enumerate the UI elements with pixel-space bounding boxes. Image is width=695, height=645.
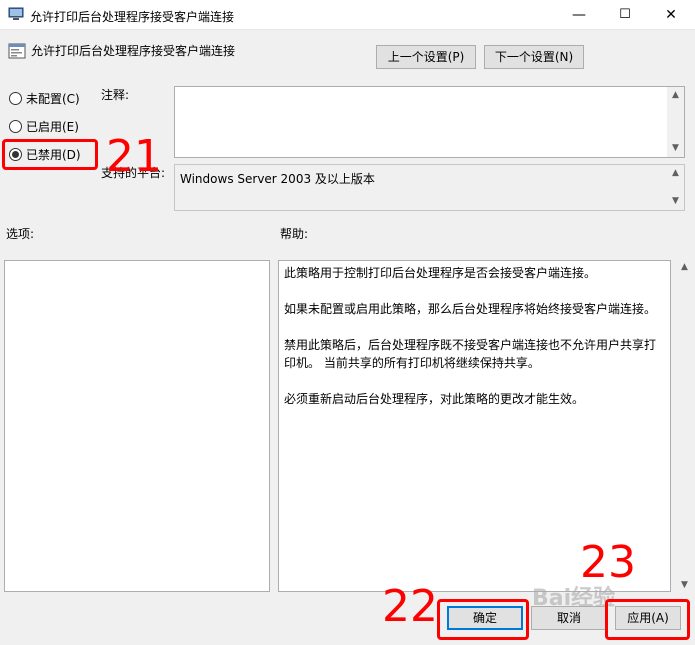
annotation-number-23: 23 [580,537,636,588]
minimize-icon[interactable]: — [556,0,602,30]
scroll-down-icon[interactable]: ▼ [667,140,684,157]
radio-not-configured-label: 未配置(C) [26,91,80,106]
policy-app-icon [8,7,24,20]
annotation-number-21: 21 [106,131,162,182]
window-title: 允许打印后台处理程序接受客户端连接 [30,10,235,24]
setting-title: 允许打印后台处理程序接受客户端连接 [31,44,236,58]
options-label: 选项: [6,227,35,241]
annotation-box-ok [437,599,529,640]
help-paragraph: 如果未配置或启用此策略，那么后台处理程序将始终接受客户端连接。 [284,302,657,316]
annotation-number-22: 22 [382,581,438,632]
help-paragraph: 必须重新启动后台处理程序，对此策略的更改才能生效。 [284,392,585,406]
annotation-box-apply [605,599,690,640]
previous-setting-button[interactable]: 上一个设置(P) [376,45,476,69]
supported-scrollbar[interactable]: ▲ ▼ [667,165,684,210]
scroll-up-icon[interactable]: ▲ [667,87,684,104]
close-icon[interactable]: ✕ [648,0,694,30]
radio-enabled-label: 已启用(E) [26,119,79,134]
scroll-down-icon[interactable]: ▼ [681,580,688,590]
help-paragraph: 此策略用于控制打印后台处理程序是否会接受客户端连接。 [284,266,597,280]
scroll-down-icon[interactable]: ▼ [667,193,684,210]
next-setting-button[interactable]: 下一个设置(N) [484,45,584,69]
title-bar: 允许打印后台处理程序接受客户端连接 — ☐ ✕ [0,0,695,30]
radio-not-configured-circle[interactable] [9,91,22,105]
comment-label: 注释: [101,88,130,102]
supported-platforms-field: Windows Server 2003 及以上版本 ▲ ▼ [174,164,685,211]
radio-enabled[interactable]: 已启用(E) [9,117,79,135]
supported-platforms-value: Windows Server 2003 及以上版本 [180,172,375,186]
help-paragraph: 禁用此策略后，后台处理程序既不接受客户端连接也不允许用户共享打印机。 当前共享的… [284,338,657,370]
annotation-box-disabled [2,139,98,170]
radio-enabled-circle[interactable] [9,119,22,133]
scroll-up-icon[interactable]: ▲ [667,165,684,182]
radio-not-configured[interactable]: 未配置(C) [9,89,80,107]
comment-textarea[interactable]: ▲ ▼ [174,86,685,158]
options-panel [4,260,270,592]
policy-setting-icon [8,43,26,59]
maximize-icon[interactable]: ☐ [602,0,648,30]
dialog-scrollbar[interactable]: ▲ ▼ [678,260,695,592]
scroll-up-icon[interactable]: ▲ [681,262,688,272]
help-label: 帮助: [280,227,309,241]
comment-scrollbar[interactable]: ▲ ▼ [667,87,684,157]
